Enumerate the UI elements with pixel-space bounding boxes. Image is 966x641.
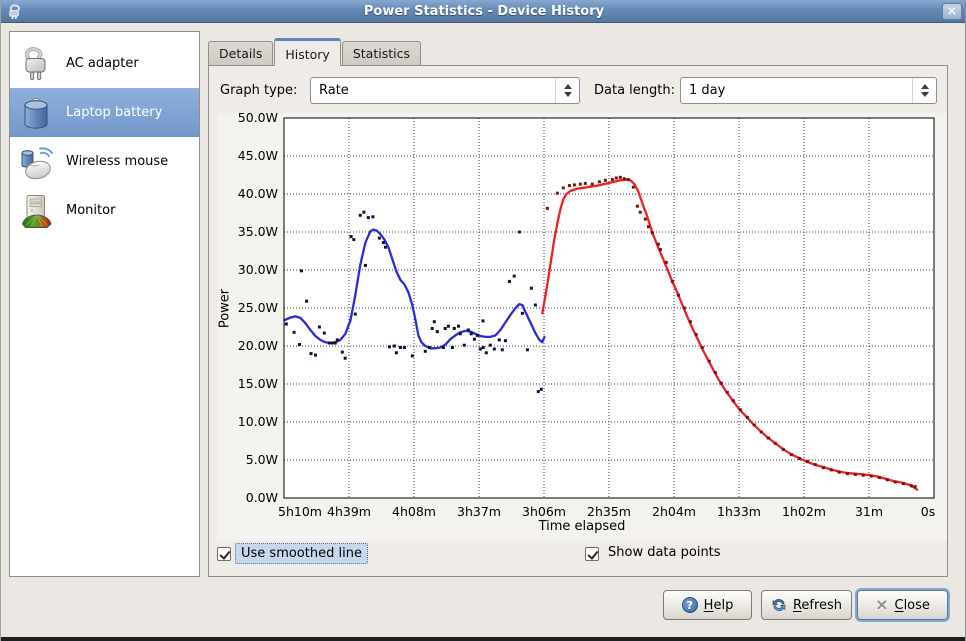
x-axis-title: Time elapsed [482, 519, 682, 534]
tab-row: Details History Statistics [208, 37, 422, 65]
refresh-icon [771, 597, 787, 613]
device-item-label: AC adapter [66, 56, 139, 71]
combo-spinner-icon [555, 78, 579, 103]
use-smoothed-line-label[interactable]: Use smoothed line [235, 543, 368, 564]
data-length-value: 1 day [681, 83, 912, 98]
device-item-wireless-mouse[interactable]: Wireless mouse [10, 137, 199, 186]
wireless-mouse-icon [17, 143, 55, 181]
history-notebook: Details History Statistics Graph type: R… [208, 37, 948, 577]
x-tick-label: 2h04m [642, 504, 706, 519]
history-chart: 50.0W45.0W40.0W35.0W30.0W25.0W20.0W15.0W… [217, 113, 947, 541]
device-item-ac-adapter[interactable]: AC adapter [10, 39, 199, 88]
graph-type-label: Graph type: [220, 77, 297, 104]
ac-adapter-icon [17, 45, 55, 83]
help-icon: ? [682, 597, 698, 613]
monitor-icon [17, 192, 55, 230]
refresh-button-label: Refresh [793, 598, 842, 613]
x-tick-label: 1h33m [707, 504, 771, 519]
y-tick-label: 40.0W [217, 186, 278, 202]
y-tick-label: 45.0W [217, 148, 278, 164]
x-tick-label: 3h37m [447, 504, 511, 519]
y-tick-label: 10.0W [217, 414, 278, 430]
x-tick-label: 4h39m [317, 504, 381, 519]
x-tick-label: 3h06m [512, 504, 576, 519]
laptop-battery-icon [17, 94, 55, 132]
close-button[interactable]: × Close [857, 590, 948, 620]
refresh-button[interactable]: Refresh [761, 590, 852, 620]
x-tick-label: 1h02m [772, 504, 836, 519]
history-tab-page: Graph type: Rate Data length: 1 day 50.0… [208, 65, 948, 577]
tab-statistics[interactable]: Statistics [342, 41, 421, 65]
x-tick-label: 0s [896, 504, 960, 519]
device-item-label: Laptop battery [66, 105, 162, 120]
graph-type-value: Rate [311, 83, 555, 98]
close-button-label: Close [894, 598, 929, 613]
data-length-select[interactable]: 1 day [680, 77, 937, 104]
tab-history[interactable]: History [274, 38, 340, 66]
x-tick-label: 31m [837, 504, 901, 519]
use-smoothed-line-checkbox[interactable] [217, 547, 231, 561]
titlebar: Power Statistics - Device History × [1, 0, 966, 23]
device-item-laptop-battery[interactable]: Laptop battery [10, 88, 199, 137]
help-button[interactable]: ? Help [663, 590, 752, 620]
power-statistics-window: Power Statistics - Device History × AC a… [0, 0, 966, 641]
graph-type-select[interactable]: Rate [310, 77, 580, 104]
data-length-label: Data length: [594, 77, 675, 104]
window-close-button[interactable]: × [942, 3, 962, 20]
show-data-points-checkbox[interactable] [585, 547, 599, 561]
y-tick-label: 5.0W [217, 452, 278, 468]
window-bottom-border [1, 637, 966, 641]
device-list: AC adapter Laptop battery [9, 31, 200, 577]
y-tick-label: 50.0W [217, 110, 278, 126]
chart-plot [217, 113, 947, 541]
show-data-points-label[interactable]: Show data points [603, 543, 726, 562]
tab-details[interactable]: Details [208, 41, 273, 65]
device-item-label: Wireless mouse [66, 154, 168, 169]
x-tick-label: 2h35m [577, 504, 641, 519]
help-button-label: Help [704, 598, 734, 613]
window-title: Power Statistics - Device History [1, 4, 966, 19]
x-tick-label: 4h08m [382, 504, 446, 519]
y-axis-title: Power [218, 234, 235, 384]
device-item-label: Monitor [66, 203, 115, 218]
close-icon: × [875, 597, 888, 613]
combo-spinner-icon [912, 78, 936, 103]
device-item-monitor[interactable]: Monitor [10, 186, 199, 235]
